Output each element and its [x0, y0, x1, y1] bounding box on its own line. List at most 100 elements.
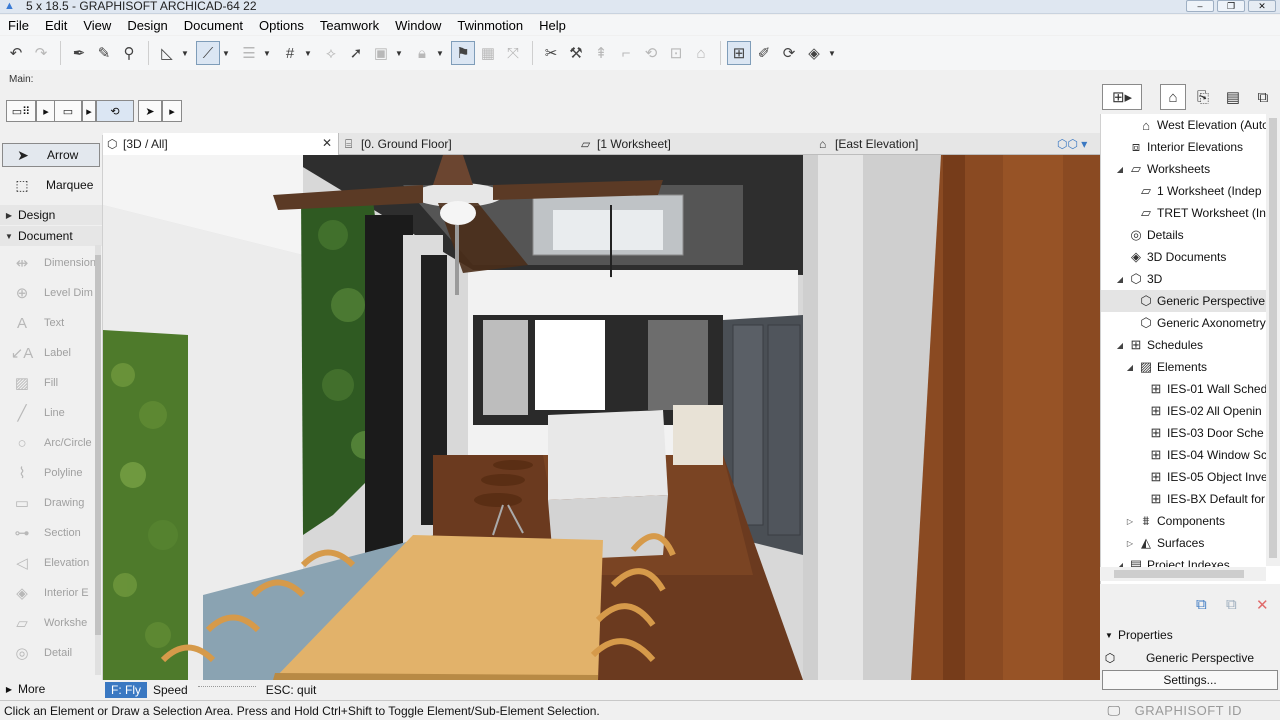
menu-twinmotion[interactable]: Twinmotion [449, 18, 531, 33]
tree-item[interactable]: ▱ 1 Worksheet (Indep [1101, 180, 1271, 202]
tree-item[interactable]: ⊞ IES-BX Default for [1101, 488, 1271, 510]
tree-item[interactable]: ⬡ Generic Axonometry [1101, 312, 1271, 334]
stretch-icon[interactable]: ⊡ [664, 41, 688, 65]
new-viewpoint-icon[interactable]: ⧉ [1196, 596, 1207, 613]
select-edges-icon[interactable]: ⊞ [727, 41, 751, 65]
label-tool[interactable]: ↙A Label [0, 338, 96, 368]
restore-button[interactable]: ❐ [1217, 0, 1245, 12]
tab-east-elevation[interactable]: ⌂ [East Elevation] [815, 133, 1045, 155]
rotated-marquee-button[interactable]: ⟲ [96, 100, 134, 122]
fly-mode-badge[interactable]: F: Fly [105, 681, 147, 698]
chevron-right-icon[interactable]: ▷ [1125, 539, 1135, 548]
eyedropper-icon[interactable]: ⚲ [117, 41, 141, 65]
drawing-tool[interactable]: ▭ Drawing [0, 488, 96, 518]
polyline-tool[interactable]: ⌇ Polyline [0, 458, 96, 488]
marquee-tool[interactable]: ⬚ Marquee [2, 173, 100, 197]
tree-item[interactable]: ⊞ IES-02 All Openin [1101, 400, 1271, 422]
tab-worksheet[interactable]: ▱ [1 Worksheet] [577, 133, 813, 155]
lock-icon[interactable]: 🔒︎ [410, 41, 434, 65]
tree-item[interactable]: ⊞ IES-01 Wall Sched [1101, 378, 1271, 400]
marquee-method-button[interactable]: ▭ [54, 100, 82, 122]
tab-ground-floor[interactable]: ⌸ [0. Ground Floor] [341, 133, 575, 155]
chevron-right-icon[interactable]: ▸ [36, 100, 56, 122]
renovation-icon[interactable]: ▦ [476, 41, 500, 65]
tree-item[interactable]: ◢ ⊞ Schedules [1101, 334, 1271, 356]
tree-item[interactable]: ⊞ IES-03 Door Sche [1101, 422, 1271, 444]
chevron-right-icon[interactable]: ▸ [82, 100, 96, 122]
navigator-menu-icon[interactable]: ⊞▸ [1102, 84, 1142, 110]
dimension-tool[interactable]: ⇹ Dimension [0, 248, 96, 278]
level-dimension-tool[interactable]: ⊕ Level Dim [0, 278, 96, 308]
chevron-down-icon[interactable]: ◢ [1115, 341, 1125, 350]
drag-icon[interactable]: ⤧ [501, 41, 525, 65]
chevron-down-icon[interactable]: ◢ [1115, 165, 1125, 174]
view-map-icon[interactable]: ⎘ [1190, 84, 1216, 110]
monitor-icon[interactable]: 🖵︎ [1107, 703, 1120, 719]
chevron-right-icon[interactable]: ▷ [1125, 517, 1135, 526]
suspend-groups-icon[interactable]: ⚑ [451, 41, 475, 65]
arrow-tool-icon[interactable]: ➤ [138, 100, 162, 122]
chevron-down-icon[interactable]: ▼ [303, 49, 313, 58]
tree-item[interactable]: ⊞ IES-05 Object Inve [1101, 466, 1271, 488]
tree-item[interactable]: ◢ ⬡ 3D [1101, 268, 1271, 290]
clone-folder-icon[interactable]: ⧉ [1226, 596, 1237, 613]
tree-item[interactable]: ▱ TRET Worksheet (In [1101, 202, 1271, 224]
arrow-tool[interactable]: ➤ Arrow [2, 143, 100, 167]
chevron-down-icon[interactable]: ▼ [180, 49, 190, 58]
detail-tool[interactable]: ◎ Detail [0, 638, 96, 668]
design-group-header[interactable]: ▶ Design [0, 205, 102, 225]
delete-icon[interactable]: ✕ [1256, 596, 1269, 614]
offset-icon[interactable]: ⇞ [589, 41, 613, 65]
menu-document[interactable]: Document [176, 18, 251, 33]
inject-parameters-icon[interactable]: ✎ [92, 41, 116, 65]
more-tools-toggle[interactable]: ▶ More [0, 680, 103, 698]
tree-item[interactable]: ⧈ Interior Elevations [1101, 136, 1271, 158]
elevation-tool[interactable]: ◁ Elevation [0, 548, 96, 578]
undo-icon[interactable]: ↶ [4, 41, 28, 65]
chevron-down-icon[interactable]: ▼ [394, 49, 404, 58]
pick-up-parameters-icon[interactable]: ✒ [67, 41, 91, 65]
paint-icon[interactable]: ✐ [752, 41, 776, 65]
menu-view[interactable]: View [75, 18, 119, 33]
speed-slider[interactable] [197, 685, 256, 694]
tab-3d-all[interactable]: ⬡ [3D / All] ✕ [103, 133, 339, 155]
navigator-vertical-scrollbar[interactable] [1266, 114, 1280, 566]
3d-rotate-icon[interactable]: ⟳ [777, 41, 801, 65]
tree-item[interactable]: ▷ ◭ Surfaces [1101, 532, 1271, 554]
selection-method-button[interactable]: ▭⠿ [6, 100, 36, 122]
toolbox-scrollbar[interactable] [95, 245, 101, 675]
line-tool[interactable]: ╱ Line [0, 398, 96, 428]
menu-edit[interactable]: Edit [37, 18, 75, 33]
3d-viewport[interactable] [103, 155, 1100, 680]
tab-list-button[interactable]: ⬡⬡ ▾ [1053, 133, 1099, 155]
chevron-down-icon[interactable]: ▼ [262, 49, 272, 58]
close-icon[interactable]: ✕ [322, 136, 332, 150]
text-tool[interactable]: A Text [0, 308, 96, 338]
project-map-icon[interactable]: ⌂ [1160, 84, 1186, 110]
section-tool[interactable]: ⊶ Section [0, 518, 96, 548]
elevate-icon[interactable]: ⌂ [689, 41, 713, 65]
redo-icon[interactable]: ↷ [29, 41, 53, 65]
measure-icon[interactable]: ◺ [155, 41, 179, 65]
tree-item[interactable]: ◢ ▨ Elements [1101, 356, 1271, 378]
worksheet-tool[interactable]: ▱ Workshe [0, 608, 96, 638]
split-icon[interactable]: ✂ [539, 41, 563, 65]
adjust-icon[interactable]: ⚒ [564, 41, 588, 65]
chevron-down-icon[interactable]: ▼ [827, 49, 837, 58]
menu-options[interactable]: Options [251, 18, 312, 33]
group-icon[interactable]: ▣ [369, 41, 393, 65]
minimize-button[interactable]: – [1186, 0, 1214, 12]
tree-item-selected[interactable]: ⬡ Generic Perspective [1101, 290, 1267, 312]
tree-item[interactable]: ⊞ IES-04 Window Sc [1101, 444, 1271, 466]
tree-item[interactable]: ⌂ West Elevation (Auto [1101, 114, 1271, 136]
arc-circle-tool[interactable]: ○ Arc/Circle [0, 428, 96, 458]
3d-view-settings-icon[interactable]: ◈ [802, 41, 826, 65]
tree-item[interactable]: ◈ 3D Documents [1101, 246, 1271, 268]
layout-book-icon[interactable]: ▤ [1220, 84, 1246, 110]
layers-icon[interactable]: ☰ [237, 41, 261, 65]
tree-item[interactable]: ◢ ▱ Worksheets [1101, 158, 1271, 180]
fill-tool[interactable]: ▨ Fill [0, 368, 96, 398]
snap-guides-icon[interactable]: ⟋ [196, 41, 220, 65]
grid-snap-icon[interactable]: # [278, 41, 302, 65]
chevron-down-icon[interactable]: ◢ [1125, 363, 1135, 372]
